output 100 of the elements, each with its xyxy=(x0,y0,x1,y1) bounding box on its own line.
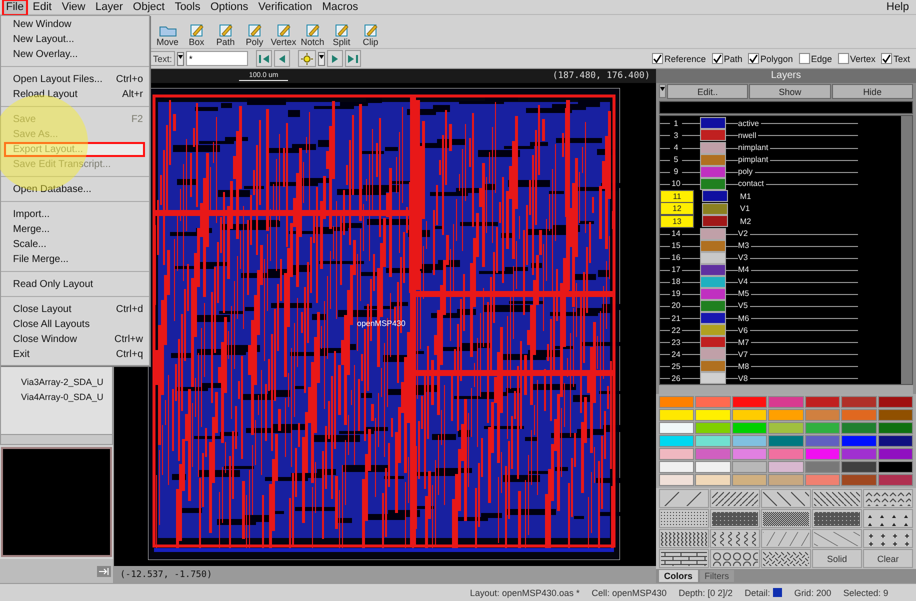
fill-button[interactable]: Solid xyxy=(812,549,862,568)
layer-name[interactable]: M4 xyxy=(738,265,752,274)
color-swatch[interactable] xyxy=(841,474,877,486)
menu-item[interactable]: Help xyxy=(881,0,914,14)
layer-number[interactable]: 21 xyxy=(670,312,682,324)
color-swatch[interactable] xyxy=(732,461,768,474)
layer-number[interactable]: 10 xyxy=(670,178,682,190)
text-mode-dropdown[interactable]: Text: xyxy=(150,51,176,66)
color-swatch[interactable] xyxy=(804,422,840,434)
text-filter-field[interactable]: * xyxy=(186,51,248,66)
menu-item[interactable]: Tools xyxy=(170,0,206,14)
color-swatch[interactable] xyxy=(732,409,768,422)
fill-pattern-button[interactable] xyxy=(659,529,709,548)
color-swatch[interactable] xyxy=(768,474,804,486)
menu-item[interactable]: Close Window Ctrl+w xyxy=(1,332,149,347)
layer-swatch[interactable] xyxy=(702,215,728,228)
fill-pattern-button[interactable] xyxy=(710,489,760,508)
layer-number[interactable]: 26 xyxy=(670,372,682,384)
layer-number[interactable]: 5 xyxy=(670,154,682,166)
color-swatch[interactable] xyxy=(659,409,694,422)
color-swatch[interactable] xyxy=(732,422,768,434)
first-icon[interactable] xyxy=(256,50,272,67)
color-swatch[interactable] xyxy=(768,396,804,408)
layer-swatch[interactable] xyxy=(700,228,726,240)
layer-number[interactable]: 3 xyxy=(670,130,682,141)
layer-filter-field[interactable] xyxy=(659,101,913,114)
fill-pattern-button[interactable] xyxy=(812,489,862,508)
sun-icon[interactable] xyxy=(298,50,316,67)
menu-item[interactable]: Close Layout Ctrl+d xyxy=(1,302,149,317)
color-swatch[interactable] xyxy=(804,435,840,448)
fill-pattern-button[interactable] xyxy=(863,489,913,508)
filter-checkbox[interactable]: Polygon xyxy=(748,53,793,64)
layer-name[interactable]: V3 xyxy=(738,253,750,262)
layer-button[interactable]: Edit.. xyxy=(667,84,748,99)
layer-number[interactable]: 16 xyxy=(670,252,682,264)
previous-icon[interactable] xyxy=(274,50,290,67)
layer-number[interactable]: 12 xyxy=(660,202,694,216)
color-swatch[interactable] xyxy=(659,422,694,434)
layer-number[interactable]: 11 xyxy=(660,190,694,203)
color-swatch[interactable] xyxy=(659,474,694,486)
layer-swatch[interactable] xyxy=(700,154,726,166)
color-swatch[interactable] xyxy=(878,474,913,486)
filter-checkbox[interactable]: Reference xyxy=(652,53,706,64)
color-swatch[interactable] xyxy=(732,448,768,460)
layer-name[interactable]: M6 xyxy=(738,314,752,322)
color-swatch[interactable] xyxy=(804,396,840,408)
menu-item[interactable]: Macros xyxy=(317,0,364,14)
layer-name[interactable]: nimplant xyxy=(738,143,770,152)
menu-item[interactable]: Options xyxy=(205,0,254,14)
layer-number[interactable]: 23 xyxy=(670,336,682,348)
layer-swatch[interactable] xyxy=(700,288,726,300)
color-swatch[interactable] xyxy=(695,474,731,486)
layer-name[interactable]: M2 xyxy=(740,216,754,226)
layer-name[interactable]: V6 xyxy=(738,326,750,335)
layer-number[interactable]: 13 xyxy=(660,214,694,228)
layer-number[interactable]: 24 xyxy=(670,348,682,360)
layer-number[interactable]: 15 xyxy=(670,240,682,252)
layer-name[interactable]: active xyxy=(738,118,761,128)
color-swatch[interactable] xyxy=(841,435,877,448)
layer-swatch[interactable] xyxy=(700,276,726,288)
color-swatch[interactable] xyxy=(878,435,913,448)
scrollbar[interactable] xyxy=(1,434,112,444)
filter-checkbox[interactable]: Path xyxy=(712,53,742,64)
layer-name[interactable]: M8 xyxy=(738,362,752,371)
last-icon[interactable] xyxy=(345,50,362,67)
menu-item[interactable]: Exit Ctrl+q xyxy=(1,347,149,362)
color-swatch[interactable] xyxy=(878,409,913,422)
layer-name[interactable]: pimplant xyxy=(738,155,770,164)
layer-name[interactable]: V1 xyxy=(740,204,752,214)
menu-item[interactable]: Scale... xyxy=(1,237,149,252)
color-swatch[interactable] xyxy=(804,409,840,422)
color-swatch[interactable] xyxy=(878,422,913,434)
layer-name[interactable]: V2 xyxy=(738,229,750,238)
filter-checkbox[interactable]: Text xyxy=(881,53,910,64)
color-swatch[interactable] xyxy=(695,448,731,460)
menu-item[interactable]: File xyxy=(2,0,28,16)
fill-pattern-button[interactable] xyxy=(659,549,709,568)
layer-name[interactable]: V7 xyxy=(738,350,750,359)
color-swatch[interactable] xyxy=(841,396,877,408)
color-swatch[interactable] xyxy=(768,461,804,474)
menu-item[interactable]: File Merge... xyxy=(1,252,149,267)
layer-name[interactable]: V4 xyxy=(738,277,750,286)
layer-swatch[interactable] xyxy=(700,324,726,336)
color-swatch[interactable] xyxy=(732,435,768,448)
fill-pattern-button[interactable] xyxy=(812,509,862,528)
color-swatch[interactable] xyxy=(695,461,731,474)
color-swatch[interactable] xyxy=(732,474,768,486)
layer-number[interactable]: 1 xyxy=(670,118,682,129)
tree-item[interactable]: Via3Array-2_SDA_U xyxy=(21,377,112,387)
color-swatch[interactable] xyxy=(768,448,804,460)
menu-item[interactable]: Read Only Layout xyxy=(1,277,149,292)
layer-swatch[interactable] xyxy=(700,372,726,384)
color-swatch[interactable] xyxy=(804,448,840,460)
fill-pattern-button[interactable] xyxy=(710,549,760,568)
fill-pattern-button[interactable] xyxy=(761,549,811,568)
filter-checkbox[interactable]: Vertex xyxy=(838,53,876,64)
layer-swatch[interactable] xyxy=(700,166,726,178)
collapse-button[interactable] xyxy=(97,566,111,576)
layer-name[interactable]: V8 xyxy=(738,374,750,383)
layer-number[interactable]: 25 xyxy=(670,360,682,372)
